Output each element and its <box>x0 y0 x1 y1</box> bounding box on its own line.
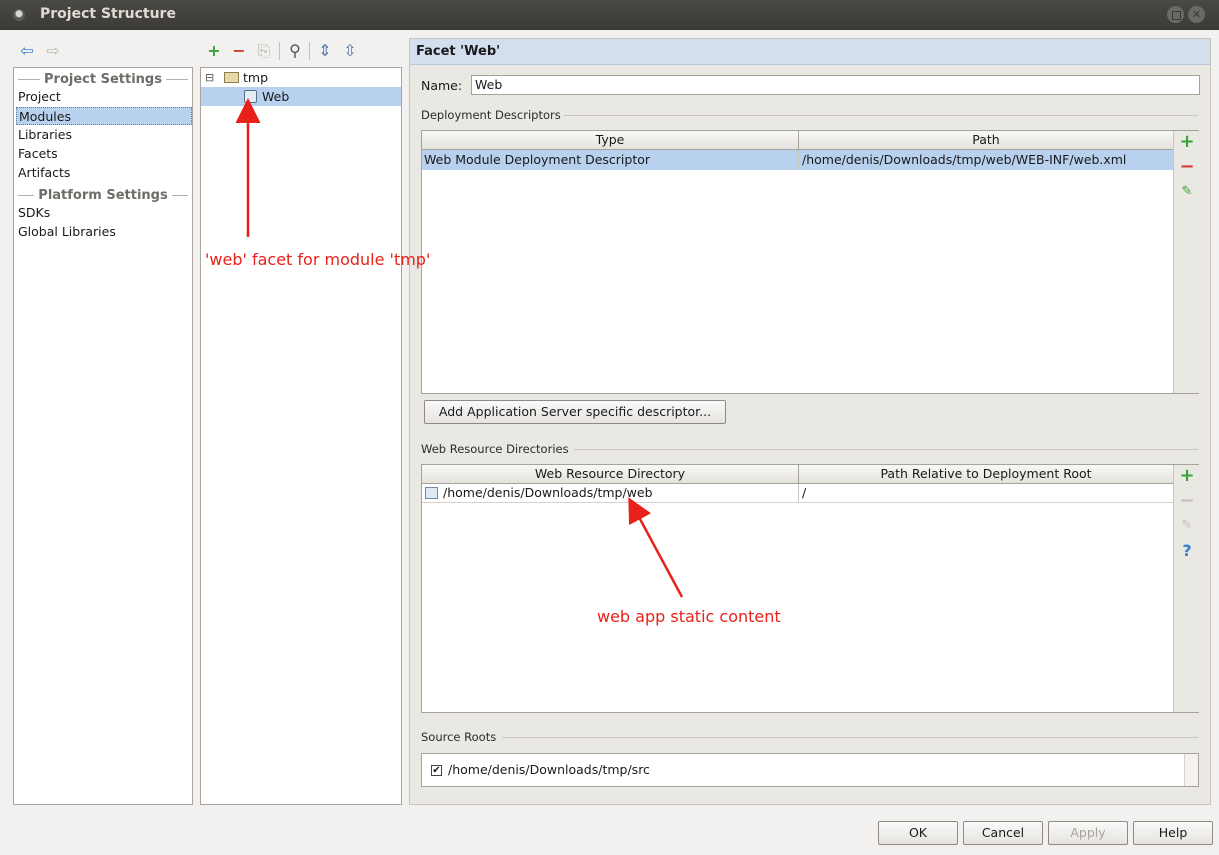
remove-icon[interactable]: − <box>1178 492 1196 510</box>
add-server-descriptor-button[interactable]: Add Application Server specific descript… <box>424 400 726 424</box>
nav-item-libraries[interactable]: Libraries <box>16 126 192 144</box>
close-button[interactable]: ✕ <box>1188 6 1205 23</box>
edit-icon[interactable]: ✎ <box>1178 517 1196 535</box>
window-menu-icon[interactable] <box>13 9 25 21</box>
column-header-web-resource-directory[interactable]: Web Resource Directory <box>422 465 799 484</box>
deployment-descriptors-table: Type Path Web Module Deployment Descript… <box>421 130 1199 394</box>
search-icon[interactable]: ⚲ <box>284 40 306 62</box>
name-field[interactable]: Web <box>471 75 1200 95</box>
relative-path-cell[interactable]: / <box>800 484 1172 502</box>
copy-icon[interactable]: ⎘ <box>253 40 275 62</box>
ok-button[interactable]: OK <box>878 821 958 845</box>
module-folder-icon <box>224 72 239 83</box>
apply-button[interactable]: Apply <box>1048 821 1128 845</box>
web-resource-directories-title: Web Resource Directories <box>421 442 569 456</box>
nav-item-modules[interactable]: Modules <box>16 107 192 125</box>
web-resource-directory-cell[interactable]: /home/denis/Downloads/tmp/web <box>441 484 796 502</box>
collapse-toggle-icon[interactable]: ⊟ <box>205 68 214 87</box>
static-content-annotation: web app static content <box>597 607 781 626</box>
arrow-right-icon[interactable]: ⇨ <box>42 40 64 62</box>
collapse-all-icon[interactable]: ⇳ <box>339 40 361 62</box>
web-facet-icon <box>244 90 257 103</box>
expand-all-icon[interactable]: ⇕ <box>314 40 336 62</box>
tree-node-web[interactable]: Web <box>201 87 401 106</box>
source-roots-list: ✔ /home/denis/Downloads/tmp/src <box>421 753 1199 787</box>
nav-item-project[interactable]: Project <box>16 88 192 106</box>
add-icon[interactable]: + <box>1178 467 1196 485</box>
help-button[interactable]: Help <box>1133 821 1213 845</box>
title-bar: Project Structure ✕ <box>0 0 1219 30</box>
module-tree-toolbar: + − ⎘ ⚲ ⇕ ⇳ <box>202 40 402 62</box>
column-header-relative-path[interactable]: Path Relative to Deployment Root <box>799 465 1174 484</box>
settings-navigation: Project Settings Project Modules Librari… <box>13 67 193 805</box>
module-tree: ⊟ tmp Web <box>200 67 402 805</box>
help-icon[interactable]: ? <box>1178 542 1196 560</box>
source-roots-scrollbar[interactable] <box>1184 754 1198 786</box>
nav-item-global-libraries[interactable]: Global Libraries <box>16 223 192 241</box>
source-roots-title: Source Roots <box>421 730 497 744</box>
tree-node-label: Web <box>262 89 290 104</box>
nav-item-sdks[interactable]: SDKs <box>16 204 192 222</box>
add-icon[interactable]: + <box>203 40 225 62</box>
column-header-type[interactable]: Type <box>422 131 799 150</box>
tree-node-label: tmp <box>243 70 269 85</box>
deployment-descriptors-title: Deployment Descriptors <box>421 108 561 122</box>
web-resource-actions: + − ✎ ? <box>1173 465 1199 712</box>
source-root-checkbox[interactable]: ✔ <box>431 765 442 776</box>
web-folder-icon <box>425 487 438 499</box>
maximize-button[interactable] <box>1167 6 1184 23</box>
facet-annotation: 'web' facet for module 'tmp' <box>205 250 431 269</box>
nav-item-artifacts[interactable]: Artifacts <box>16 164 192 182</box>
remove-icon[interactable]: − <box>1178 158 1196 176</box>
add-icon[interactable]: + <box>1178 133 1196 151</box>
source-root-path: /home/denis/Downloads/tmp/src <box>448 762 650 777</box>
descriptor-actions: + − ✎ <box>1173 131 1199 393</box>
facet-editor: Facet 'Web' Name: Web Deployment Descrip… <box>409 38 1211 805</box>
nav-item-facets[interactable]: Facets <box>16 145 192 163</box>
arrow-left-icon[interactable]: ⇦ <box>16 40 38 62</box>
facet-title: Facet 'Web' <box>416 44 501 59</box>
column-header-path[interactable]: Path <box>799 131 1174 150</box>
tree-node-tmp[interactable]: ⊟ tmp <box>203 68 399 87</box>
edit-icon[interactable]: ✎ <box>1178 183 1196 201</box>
project-settings-header: Project Settings <box>18 70 188 87</box>
name-label: Name: <box>421 78 463 93</box>
window-title: Project Structure <box>40 6 176 22</box>
cancel-button[interactable]: Cancel <box>963 821 1043 845</box>
nav-toolbar: ⇦ ⇨ <box>14 40 194 62</box>
web-resource-directories-table: Web Resource Directory Path Relative to … <box>421 464 1199 713</box>
descriptor-path-cell[interactable]: /home/denis/Downloads/tmp/web/WEB-INF/we… <box>800 151 1172 169</box>
platform-settings-header: Platform Settings <box>18 186 188 203</box>
facet-header: Facet 'Web' <box>410 39 1210 65</box>
remove-icon[interactable]: − <box>228 40 250 62</box>
descriptor-type-cell[interactable]: Web Module Deployment Descriptor <box>422 151 798 169</box>
